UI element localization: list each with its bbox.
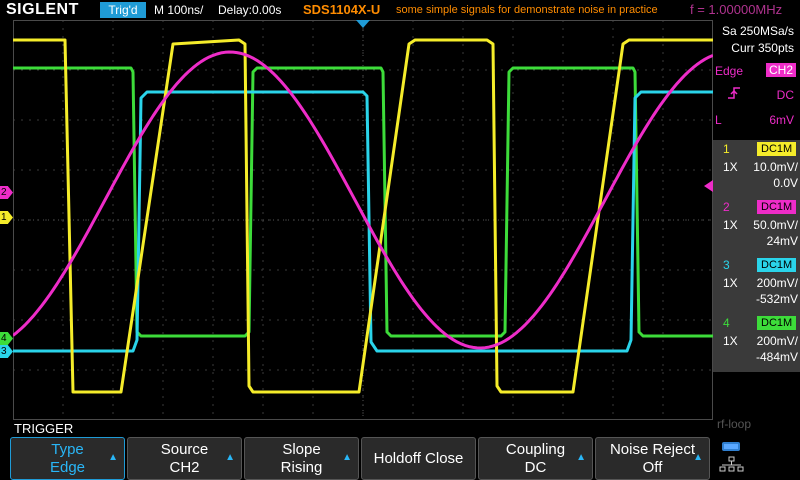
channel-number: 1: [723, 142, 730, 156]
slope-softkey[interactable]: Slope Rising ▲: [244, 437, 359, 480]
up-arrow-icon: ▲: [693, 452, 703, 463]
noise-reject-softkey[interactable]: Noise Reject Off ▲: [595, 437, 710, 480]
up-arrow-icon: ▲: [342, 452, 352, 463]
holdoff-softkey[interactable]: Holdoff Close: [361, 437, 476, 480]
screen-description: some simple signals for demonstrate nois…: [396, 4, 658, 16]
network-icon[interactable]: [718, 440, 744, 476]
channel-scale: 200mV/: [756, 276, 798, 290]
type-softkey[interactable]: Type Edge ▲: [10, 437, 125, 480]
waveform-display[interactable]: [13, 20, 713, 420]
channel-number: 3: [723, 258, 730, 272]
ch1-level-marker[interactable]: 1: [0, 211, 13, 224]
channel-probe: 1X: [723, 218, 738, 232]
memory-depth: Curr 350pts: [731, 41, 794, 55]
brand-logo: SIGLENT: [6, 1, 79, 18]
sample-rate: Sa 250MSa/s: [721, 24, 794, 38]
channel-probe: 1X: [723, 334, 738, 348]
trigger-level-label: L: [715, 113, 722, 127]
channel-coupling: DC1M: [757, 142, 797, 156]
channel-probe: 1X: [723, 276, 738, 290]
softkey-label: Source: [160, 441, 209, 458]
trigger-level-marker[interactable]: [704, 180, 713, 192]
channel-offset: -532mV: [755, 292, 798, 306]
ch4-level-marker[interactable]: 4: [0, 332, 13, 345]
trigger-level: 6mV: [769, 113, 794, 127]
softkey-menu: Type Edge ▲ Source CH2 ▲ Slope Rising ▲ …: [10, 437, 790, 480]
softkey-label: Coupling: [505, 441, 566, 458]
channel-scale: 10.0mV/: [753, 160, 798, 174]
channel-scale: 50.0mV/: [753, 218, 798, 232]
softkey-value: Off: [642, 459, 663, 476]
ch2-level-marker[interactable]: 2: [0, 186, 13, 199]
rising-edge-icon: [728, 87, 740, 99]
channel-scale: 200mV/: [756, 334, 798, 348]
channel-1-info[interactable]: 1 DC1M 1X 10.0mV/ 0.0V: [713, 140, 800, 198]
timebase-readout[interactable]: M 100ns/: [154, 3, 203, 17]
up-arrow-icon: ▲: [576, 452, 586, 463]
softkey-value: Edge: [49, 459, 86, 476]
channel-offset: -484mV: [755, 350, 798, 364]
menu-title: TRIGGER: [14, 421, 74, 436]
channel-3-info[interactable]: 3 DC1M 1X 200mV/ -532mV: [713, 256, 800, 314]
softkey-label: Slope: [282, 441, 321, 458]
channel-offset: 24mV: [766, 234, 798, 248]
softkey-label: Type: [51, 441, 84, 458]
watermark: rf-loop: [717, 417, 752, 431]
coupling-softkey[interactable]: Coupling DC ▲: [478, 437, 593, 480]
channel-2-info[interactable]: 2 DC1M 1X 50.0mV/ 24mV: [713, 198, 800, 256]
status-badge: Trig'd: [100, 2, 146, 18]
info-panel: Sa 250MSa/s Curr 350pts Edge CH2 DC L 6m…: [713, 20, 800, 420]
channel-coupling: DC1M: [757, 200, 797, 214]
up-arrow-icon: ▲: [108, 452, 118, 463]
softkey-value: Rising: [280, 459, 323, 476]
trigger-type: Edge: [715, 64, 744, 78]
softkey-value: DC: [524, 459, 547, 476]
up-arrow-icon: ▲: [225, 452, 235, 463]
channel-probe: 1X: [723, 160, 738, 174]
softkey-label: Noise Reject: [609, 441, 696, 458]
top-status-bar: SIGLENT Trig'd M 100ns/ Delay:0.00s SDS1…: [0, 0, 800, 20]
trigger-info-block[interactable]: Edge CH2 DC L 6mV: [713, 60, 800, 132]
source-softkey[interactable]: Source CH2 ▲: [127, 437, 242, 480]
channel-coupling: DC1M: [757, 258, 797, 272]
channel-number: 2: [723, 200, 730, 214]
softkey-value: CH2: [169, 459, 200, 476]
softkey-label: Holdoff Close: [373, 450, 464, 467]
trigger-coupling: DC: [776, 88, 794, 102]
delay-readout[interactable]: Delay:0.00s: [218, 3, 281, 17]
trigger-source: CH2: [765, 63, 796, 77]
trigger-position-icon: [356, 20, 370, 28]
channel-offset: 0.0V: [773, 176, 798, 190]
frequency-counter: f = 1.00000MHz: [690, 2, 783, 17]
ch3-level-marker[interactable]: 3: [0, 345, 13, 358]
channel-number: 4: [723, 316, 730, 330]
model-name: SDS1104X-U: [303, 2, 381, 17]
channel-coupling: DC1M: [757, 316, 797, 330]
channel-4-info[interactable]: 4 DC1M 1X 200mV/ -484mV: [713, 314, 800, 372]
